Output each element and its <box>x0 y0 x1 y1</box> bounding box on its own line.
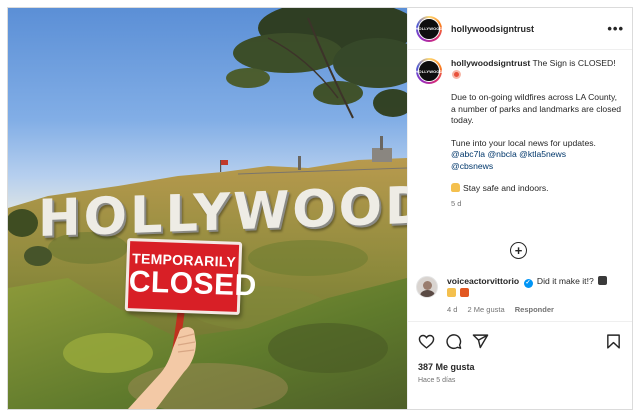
caption-paragraph-1: Due to on-going wildfires across LA Coun… <box>451 92 622 125</box>
mention-cbsnews[interactable]: @cbsnews <box>451 161 493 171</box>
post-date: Hace 5 días <box>418 377 456 384</box>
commenter-avatar[interactable] <box>416 276 438 298</box>
more-options-icon[interactable]: ••• <box>607 22 624 35</box>
caption-body: hollywoodsigntrust The Sign is CLOSED! D… <box>451 58 623 209</box>
comment-icon[interactable] <box>445 333 462 350</box>
comment-likes[interactable]: 2 Me gusta <box>468 305 505 314</box>
post-header: HOLLYWOOD hollywoodsigntrust ••• <box>408 8 632 50</box>
mention-nbcla[interactable]: @nbcla <box>487 149 516 159</box>
mention-ktla5news[interactable]: @ktla5news <box>519 149 566 159</box>
caption-updates-text: Tune into your local news for updates. <box>451 137 596 148</box>
heart-icon[interactable] <box>418 333 435 350</box>
caption-line-1: The Sign is CLOSED! <box>532 58 616 68</box>
caption-paragraph-2: Tune into your local news for updates. @… <box>451 138 623 173</box>
caption-paragraph-3: Stay safe and indoors. <box>463 183 549 193</box>
post-side-panel: HOLLYWOOD hollywoodsigntrust ••• HOLLYWO… <box>407 8 632 409</box>
instagram-post: HOLLYWOOD TEMPORARILY CLOSED HOLLYWOOD h… <box>7 7 633 410</box>
commenter-username[interactable]: voiceactorvittorio <box>447 276 519 286</box>
comment-timestamp: 4 d <box>447 304 458 314</box>
red-circle-emoji-icon <box>452 69 461 79</box>
praying-hands-emoji-icon <box>451 183 460 192</box>
comment-text: Did it make it!? <box>536 276 594 286</box>
reply-button[interactable]: Responder <box>515 305 554 314</box>
post-actions-area: 387 Me gusta Hace 5 días <box>408 321 632 409</box>
placard-line-2: CLOSED <box>128 265 258 303</box>
closed-placard: TEMPORARILY CLOSED <box>124 238 258 315</box>
add-comment-icon[interactable]: + <box>510 242 527 259</box>
comment-meta: 4 d 2 Me gusta Responder <box>447 304 607 316</box>
action-bar <box>418 333 622 351</box>
avatar-logo-text: HOLLYWOOD <box>415 26 443 31</box>
caption-username[interactable]: hollywoodsigntrust <box>451 58 530 68</box>
fire-emoji-icon <box>460 288 470 297</box>
account-avatar[interactable]: HOLLYWOOD <box>415 15 443 42</box>
caption-timestamp: 5 d <box>451 198 462 208</box>
comment-item: voiceactorvittorio ✓ Did it make it!? 4 … <box>416 276 626 315</box>
header-username[interactable]: hollywoodsigntrust <box>451 24 534 34</box>
verified-badge-icon: ✓ <box>523 279 533 288</box>
caption-avatar-logo-text: HOLLYWOOD <box>415 68 443 74</box>
caption-avatar[interactable]: HOLLYWOOD <box>416 58 442 84</box>
clapperboard-emoji-icon <box>598 276 608 285</box>
post-caption: HOLLYWOOD hollywoodsigntrust The Sign is… <box>416 58 624 209</box>
share-icon[interactable] <box>472 333 489 350</box>
mention-abc7la[interactable]: @abc7la <box>451 149 485 159</box>
post-image[interactable]: HOLLYWOOD TEMPORARILY CLOSED <box>8 8 407 409</box>
likes-count[interactable]: 387 Me gusta <box>418 362 475 372</box>
bookmark-icon[interactable] <box>605 333 622 350</box>
praying-hands-emoji-icon <box>447 288 456 297</box>
